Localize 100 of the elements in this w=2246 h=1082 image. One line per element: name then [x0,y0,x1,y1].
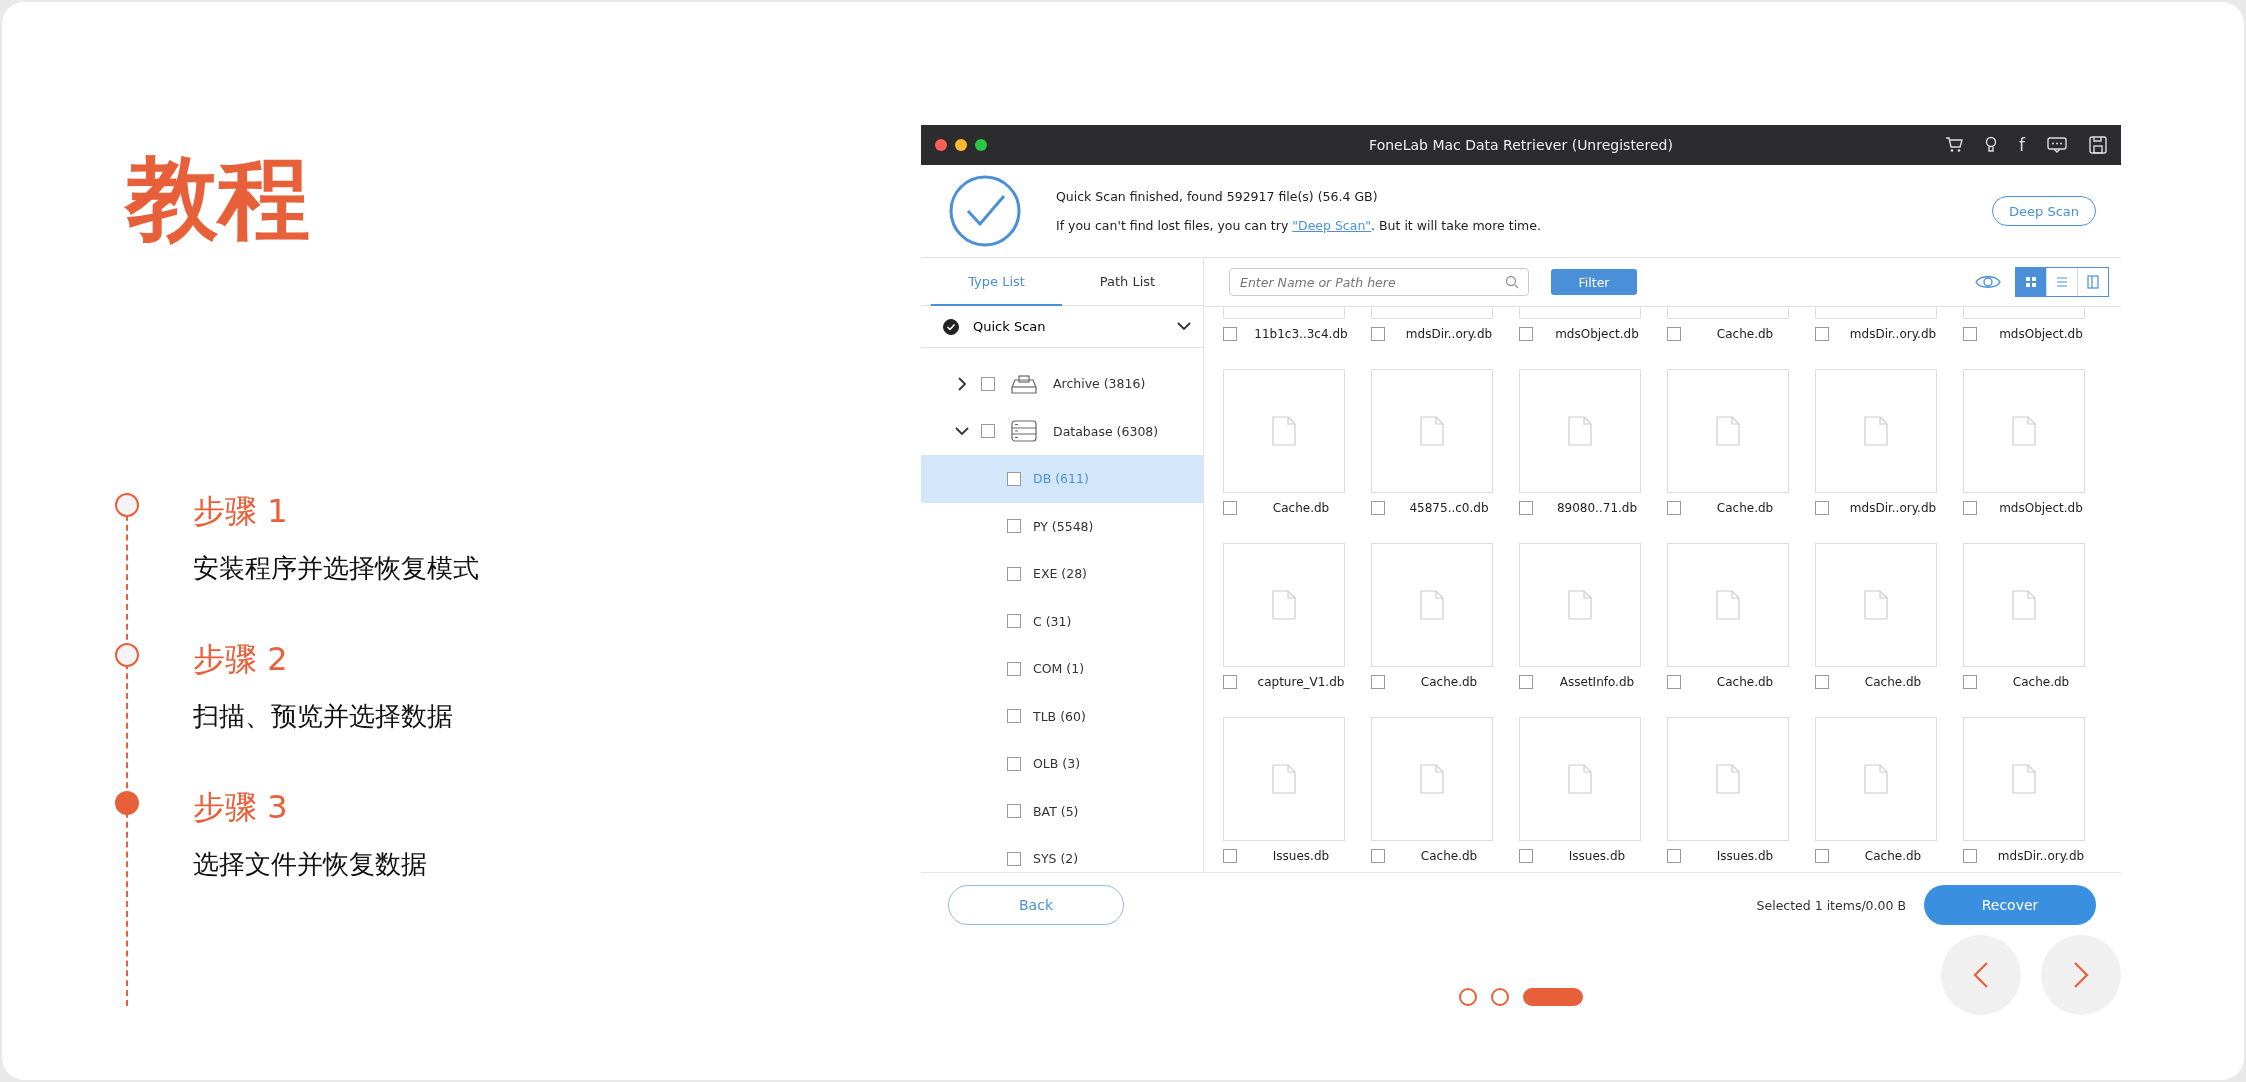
checkbox[interactable] [1963,501,1977,515]
checkbox[interactable] [1963,327,1977,341]
chevron-right-icon[interactable] [955,376,969,391]
checkbox[interactable] [1371,327,1385,341]
facebook-icon[interactable]: f [2019,136,2025,154]
step-title: 步骤 3 [193,791,289,824]
checkbox[interactable] [1667,327,1681,341]
checkbox[interactable] [1815,675,1829,689]
checkbox[interactable] [1371,501,1385,515]
checkbox[interactable] [981,424,995,439]
tree-item[interactable]: TLB (60) [921,692,1203,740]
file-thumbnail[interactable] [1519,717,1641,841]
file-name: mdsObject.db [1554,327,1640,341]
checkbox[interactable] [1007,614,1021,629]
step-description: 选择文件并恢复数据 [193,848,428,882]
checkbox[interactable] [1519,675,1533,689]
save-icon[interactable] [2089,136,2107,154]
checkbox[interactable] [1007,519,1021,534]
file-thumbnail[interactable] [1519,543,1641,667]
columns-icon [2087,275,2099,289]
checkbox[interactable] [1223,501,1237,515]
chat-icon[interactable] [2047,137,2067,153]
file-name: Cache.db [1715,327,1775,341]
checkbox[interactable] [1815,327,1829,341]
file-thumbnail[interactable] [1371,369,1493,493]
tree-item[interactable]: COM (1) [921,645,1203,693]
checkbox[interactable] [1007,566,1021,581]
checkbox[interactable] [1667,501,1681,515]
minimize-icon[interactable] [955,139,967,151]
file-thumbnail[interactable] [1963,543,2085,667]
file-thumbnail[interactable] [1963,369,2085,493]
file-thumbnail[interactable] [1371,543,1493,667]
tree-item[interactable]: PY (5548) [921,502,1203,550]
document-icon [1420,764,1444,794]
checkbox[interactable] [1007,851,1021,866]
grid-view-button[interactable] [2016,268,2046,296]
document-icon [1716,764,1740,794]
cart-icon[interactable] [1945,137,1963,153]
file-name: Cache.db [1715,675,1775,689]
list-tab[interactable]: Path List [1062,258,1193,306]
search-field[interactable]: Enter Name or Path here [1229,268,1529,296]
file-thumbnail[interactable] [1223,369,1345,493]
pager-dot[interactable] [1459,988,1477,1006]
checkbox[interactable] [1815,849,1829,863]
checkbox[interactable] [1223,675,1237,689]
file-thumbnail[interactable] [1667,543,1789,667]
checkbox[interactable] [1007,804,1021,819]
pager-dot[interactable] [1491,988,1509,1006]
tree-item[interactable]: Database (6308) [921,407,1203,455]
document-icon [1272,590,1296,620]
tree-item[interactable]: SYS (2) [921,835,1203,872]
tree-item[interactable]: C (31) [921,597,1203,645]
file-thumbnail[interactable] [1815,717,1937,841]
checkbox[interactable] [1519,849,1533,863]
tree-item[interactable]: EXE (28) [921,550,1203,598]
checkbox[interactable] [1007,661,1021,676]
file-thumbnail[interactable] [1667,717,1789,841]
checkbox[interactable] [1223,327,1237,341]
tree-item[interactable]: OLB (3) [921,740,1203,788]
window-title: FoneLab Mac Data Retriever (Unregistered) [1368,137,1674,153]
checkbox[interactable] [1007,471,1021,486]
checkbox[interactable] [981,376,995,391]
view-toggle[interactable] [2015,267,2109,297]
close-icon[interactable] [935,139,947,151]
checkbox[interactable] [1519,327,1533,341]
zoom-icon[interactable] [975,139,987,151]
checkbox[interactable] [1963,849,1977,863]
step-description: 扫描、预览并选择数据 [193,700,454,734]
tree-item[interactable]: BAT (5) [921,787,1203,835]
checkbox[interactable] [1667,849,1681,863]
chevron-down-icon [1177,322,1191,331]
deep-scan-link[interactable]: "Deep Scan" [1292,218,1372,233]
checkbox[interactable] [1223,849,1237,863]
checkbox[interactable] [1007,756,1021,771]
file-name: Cache.db [1863,849,1923,863]
file-thumbnail[interactable] [1223,717,1345,841]
file-thumbnail[interactable] [1815,543,1937,667]
file-thumbnail[interactable] [1371,717,1493,841]
checkbox[interactable] [1371,849,1385,863]
scan-mode-dropdown[interactable]: Quick Scan [921,306,1203,348]
checkbox[interactable] [1371,675,1385,689]
step-marker[interactable] [115,493,139,518]
tree-item[interactable]: Archive (3816) [921,360,1203,408]
checkbox[interactable] [1519,501,1533,515]
file-name: mdsDir..ory.db [1848,327,1938,341]
file-thumbnail[interactable] [1223,543,1345,667]
file-name: Issues.db [1271,849,1331,863]
checkbox[interactable] [1667,675,1681,689]
checkbox[interactable] [1007,709,1021,724]
file-thumbnail[interactable] [1815,369,1937,493]
file-thumbnail[interactable] [1963,717,2085,841]
lightbulb-icon[interactable] [1985,136,1997,154]
file-name: Cache.db [1715,501,1775,515]
checkbox[interactable] [1963,675,1977,689]
file-thumbnail[interactable] [1519,369,1641,493]
step-marker[interactable] [115,643,139,668]
checkbox[interactable] [1815,501,1829,515]
step-marker[interactable] [115,791,139,816]
file-thumbnail[interactable] [1667,369,1789,493]
eye-icon[interactable] [1975,274,2001,290]
